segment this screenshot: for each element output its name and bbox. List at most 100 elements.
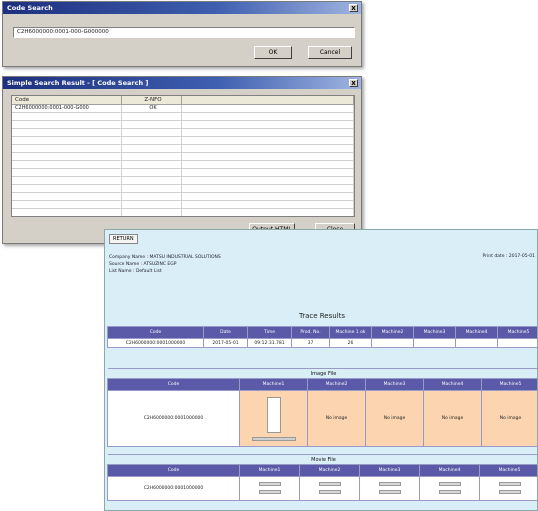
list-name: List Name : Default List: [109, 269, 162, 274]
col-code: Code: [107, 464, 240, 477]
col-machine5: Machine5: [478, 464, 537, 477]
table-header-row: Code Date Time Prod. No. Machine 1 ok Ma…: [107, 326, 537, 339]
list-header: Code Z-NFO: [12, 96, 354, 105]
code-search-title: Code Search: [7, 4, 53, 12]
column-header-empty: [182, 96, 354, 104]
table-row: C2H6000000:0001000000: [107, 476, 537, 501]
movie-button[interactable]: [498, 489, 521, 494]
cell-machine2-movie: [299, 476, 360, 501]
empty-row: [12, 161, 354, 169]
movie-button[interactable]: [438, 481, 461, 486]
row-status: OK: [122, 105, 182, 112]
cell-machine2-no-image: No image: [307, 390, 366, 447]
trace-results-page: RETURN Company Name : MATSU INDUSTRIAL S…: [104, 229, 538, 511]
col-machine2: Machine2: [371, 326, 414, 339]
column-header-status[interactable]: Z-NFO: [122, 96, 182, 104]
code-input[interactable]: C2H6000000:0001-000-G000000: [13, 27, 355, 38]
search-result-titlebar[interactable]: Simple Search Result - [ Code Search ] x: [3, 77, 361, 89]
col-machine3: Machine3: [359, 464, 420, 477]
movie-button[interactable]: [378, 489, 401, 494]
column-header-code[interactable]: Code: [12, 96, 122, 104]
col-machine2: Machine2: [299, 464, 360, 477]
movie-button[interactable]: [438, 489, 461, 494]
cancel-button[interactable]: Cancel: [308, 46, 352, 59]
empty-row: [12, 145, 354, 153]
col-date: Date: [203, 326, 248, 339]
empty-row: [12, 185, 354, 193]
cell-machine1-movie: [239, 476, 300, 501]
cell-machine3: [413, 338, 456, 348]
header-info: Company Name : MATSU INDUSTRIAL SOLUTION…: [109, 254, 221, 275]
page-title: Trace Results: [298, 312, 346, 320]
movie-button[interactable]: [378, 481, 401, 486]
source-name: Source Name : ATSUZINC EGP: [109, 262, 177, 267]
table-row: C2H6000000:0001000000 2017-05-01 09:12:3…: [107, 338, 537, 348]
col-machine4: Machine4: [455, 326, 498, 339]
empty-row: [12, 113, 354, 121]
empty-row: [12, 201, 354, 209]
cell-machine2: [371, 338, 414, 348]
col-machine1: Machine1: [239, 464, 300, 477]
col-code: Code: [107, 378, 240, 391]
empty-row: [12, 169, 354, 177]
table-row: C2H6000000:0001000000 No image No image …: [107, 390, 537, 447]
ok-button[interactable]: OK: [254, 46, 292, 59]
col-machine1: Machine1: [239, 378, 308, 391]
table-header-row: Code Machine1 Machine2 Machine3 Machine4…: [107, 378, 537, 391]
movie-file-table: Movie File Code Machine1 Machine2 Machin…: [107, 454, 537, 501]
cell-machine5-movie: [478, 476, 537, 501]
cell-machine5: [497, 338, 537, 348]
empty-row: [12, 137, 354, 145]
company-name: Company Name : MATSU INDUSTRIAL SOLUTION…: [109, 255, 221, 260]
cell-machine1: 26: [329, 338, 372, 348]
search-result-dialog: Simple Search Result - [ Code Search ] x…: [2, 76, 362, 244]
empty-row: [12, 121, 354, 129]
cell-machine4-movie: [419, 476, 480, 501]
col-machine5: Machine5: [480, 378, 537, 391]
image-thumbnail[interactable]: [266, 396, 281, 433]
empty-row: [12, 209, 354, 216]
empty-row: [12, 177, 354, 185]
list-item[interactable]: C2H6000000:0001-000-G000 OK: [12, 105, 354, 113]
cell-machine5-no-image: No image: [480, 390, 537, 447]
col-machine3: Machine3: [413, 326, 456, 339]
col-machine2: Machine2: [307, 378, 366, 391]
movie-button[interactable]: [318, 481, 341, 486]
movie-file-caption: Movie File: [107, 454, 537, 465]
cell-time: 09:12:31.781: [247, 338, 292, 348]
trace-results-table: Code Date Time Prod. No. Machine 1 ok Ma…: [107, 326, 537, 348]
col-machine4: Machine4: [419, 464, 480, 477]
col-prod-no: Prod. No.: [291, 326, 330, 339]
code-search-dialog: Code Search x C2H6000000:0001-000-G00000…: [2, 1, 362, 67]
cell-machine3-no-image: No image: [365, 390, 424, 447]
col-machine1: Machine 1 ok: [329, 326, 372, 339]
movie-button[interactable]: [258, 481, 281, 486]
cell-code: C2H6000000:0001000000: [107, 476, 240, 501]
cell-machine4-no-image: No image: [423, 390, 482, 447]
empty-row: [12, 129, 354, 137]
cell-machine3-movie: [359, 476, 420, 501]
return-button[interactable]: RETURN: [109, 234, 138, 244]
close-icon[interactable]: x: [349, 4, 358, 12]
cell-code: C2H6000000:0001000000: [107, 390, 240, 447]
cell-machine1-image[interactable]: [239, 390, 308, 447]
close-icon[interactable]: x: [349, 79, 358, 87]
movie-button[interactable]: [318, 489, 341, 494]
table-header-row: Code Machine1 Machine2 Machine3 Machine4…: [107, 464, 537, 477]
cell-machine4: [455, 338, 498, 348]
empty-row: [12, 153, 354, 161]
movie-button[interactable]: [498, 481, 521, 486]
col-machine3: Machine3: [365, 378, 424, 391]
result-list[interactable]: Code Z-NFO C2H6000000:0001-000-G000 OK: [11, 95, 355, 217]
col-machine4: Machine4: [423, 378, 482, 391]
cell-prod-no: 37: [291, 338, 330, 348]
empty-row: [12, 193, 354, 201]
image-file-caption: Image File: [107, 368, 537, 379]
cell-date: 2017-05-01: [203, 338, 248, 348]
image-file-table: Image File Code Machine1 Machine2 Machin…: [107, 368, 537, 447]
col-code: Code: [107, 326, 204, 339]
movie-button[interactable]: [258, 489, 281, 494]
code-search-titlebar[interactable]: Code Search x: [3, 2, 361, 14]
horizontal-scrollbar[interactable]: [251, 436, 296, 441]
search-result-title: Simple Search Result - [ Code Search ]: [7, 79, 149, 87]
